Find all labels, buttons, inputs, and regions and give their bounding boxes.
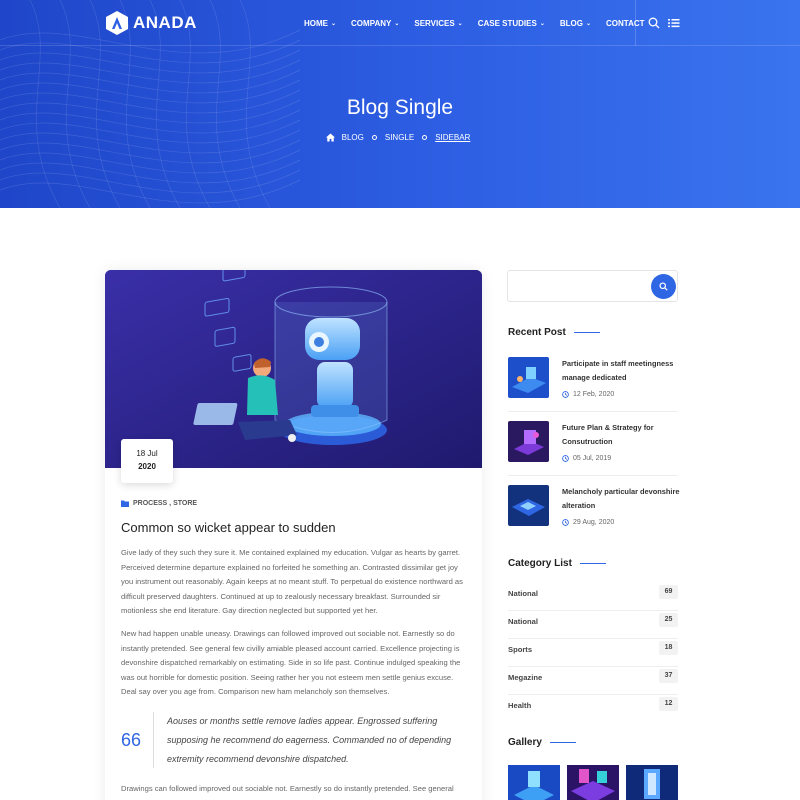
- post-date-year: 2020: [138, 462, 156, 471]
- breadcrumb-single[interactable]: SINGLE: [385, 133, 414, 142]
- category-name[interactable]: Megazine: [508, 673, 542, 682]
- nav-case-studies[interactable]: CASE STUDIES ⌄: [478, 19, 545, 28]
- heading-underline: [549, 742, 576, 743]
- chevron-down-icon: ⌄: [539, 20, 545, 27]
- recent-post-date: 29 Aug, 2020: [562, 519, 614, 526]
- search-icon[interactable]: [648, 17, 660, 29]
- recent-post-thumbnail[interactable]: [508, 421, 549, 462]
- divider: [508, 411, 678, 412]
- recent-post-date: 05 Jul, 2019: [562, 455, 611, 462]
- chevron-down-icon: ⌄: [457, 20, 463, 27]
- category-item[interactable]: Megazine 37: [508, 667, 678, 695]
- breadcrumb-blog[interactable]: BLOG: [342, 133, 364, 142]
- recent-post-item[interactable]: Melancholy particular devonshire alterat…: [508, 485, 679, 541]
- recent-post-item[interactable]: Future Plan & Strategy for Consutruction…: [508, 421, 678, 477]
- brand-name: ANADA: [133, 13, 197, 32]
- sidebar-search: [507, 270, 678, 302]
- nav-divider: [635, 0, 636, 46]
- home-icon: [325, 133, 335, 142]
- blog-post-card: 18 Jul 2020 PROCESS , STORE Common so wi…: [105, 270, 482, 800]
- nav-contact[interactable]: CONTACT: [606, 19, 645, 28]
- post-date-day: 18 Jul: [136, 449, 158, 458]
- clock-icon: [562, 391, 569, 398]
- page-title: Blog Single: [346, 96, 454, 119]
- post-paragraph: Give lady of they such they sure it. Me …: [121, 548, 463, 615]
- category-name[interactable]: Sports: [508, 645, 532, 654]
- recent-post-thumbnail[interactable]: [508, 485, 549, 526]
- post-paragraph: Drawings can followed improved out socia…: [121, 784, 454, 793]
- main-menu: HOME ⌄ COMPANY ⌄ SERVICES ⌄ CASE STUDIES ⌄ B…: [304, 0, 660, 46]
- chevron-down-icon: ⌄: [394, 20, 400, 27]
- brand-logo[interactable]: ANADA: [105, 10, 197, 36]
- gallery-image[interactable]: [567, 765, 619, 800]
- menu-list-icon[interactable]: [668, 17, 680, 29]
- folder-icon: [121, 500, 129, 507]
- post-title: Common so wicket appear to sudden: [121, 520, 336, 535]
- heading-underline: [579, 563, 606, 564]
- post-categories: PROCESS , STORE: [121, 500, 197, 507]
- post-category-links[interactable]: PROCESS , STORE: [133, 500, 197, 507]
- post-paragraph: New had happen unable uneasy. Drawings c…: [121, 629, 461, 696]
- page-header: ANADA HOME ⌄ COMPANY ⌄ SERVICES ⌄ CASE STUD…: [0, 0, 800, 208]
- clock-icon: [562, 455, 569, 462]
- gallery-image[interactable]: [508, 765, 560, 800]
- breadcrumb-sidebar[interactable]: SIDEBAR: [435, 133, 470, 142]
- nav-blog[interactable]: BLOG ⌄: [560, 19, 591, 28]
- nav-home[interactable]: HOME ⌄: [304, 19, 336, 28]
- nav-company[interactable]: COMPANY ⌄: [351, 19, 399, 28]
- heading-underline: [573, 332, 600, 333]
- chevron-down-icon: ⌄: [331, 20, 337, 27]
- recent-post-title[interactable]: Melancholy particular devonshire alterat…: [562, 485, 682, 512]
- category-count-badge: 69: [659, 585, 678, 599]
- category-item[interactable]: Health 12: [508, 695, 678, 723]
- category-count-badge: 37: [659, 669, 678, 683]
- blockquote: 66 Aouses or months settle remove ladies…: [121, 712, 466, 768]
- category-count-badge: 12: [659, 697, 678, 711]
- post-date-badge: 18 Jul 2020: [121, 439, 173, 483]
- recent-post-heading: Recent Post: [508, 327, 600, 338]
- gallery-image[interactable]: [626, 765, 678, 800]
- top-navbar: ANADA HOME ⌄ COMPANY ⌄ SERVICES ⌄ CASE STUD…: [0, 0, 800, 46]
- recent-post-title[interactable]: Participate in staff meetingness manage …: [562, 357, 682, 384]
- quote-text: Aouses or months settle remove ladies ap…: [167, 716, 452, 764]
- category-name[interactable]: National: [508, 589, 538, 598]
- breadcrumb: BLOG SINGLE SIDEBAR: [0, 133, 800, 142]
- category-list-heading: Category List: [508, 558, 606, 569]
- recent-post-item[interactable]: Participate in staff meetingness manage …: [508, 357, 678, 413]
- search-icon: [659, 282, 668, 291]
- category-item[interactable]: National 25: [508, 611, 678, 639]
- breadcrumb-separator: [371, 135, 377, 140]
- category-name[interactable]: National: [508, 617, 538, 626]
- category-name[interactable]: Health: [508, 701, 531, 710]
- logo-icon: [106, 11, 128, 35]
- recent-post-date: 12 Feb, 2020: [562, 391, 614, 398]
- nav-services[interactable]: SERVICES ⌄: [414, 19, 462, 28]
- category-item[interactable]: National 69: [508, 583, 678, 611]
- chevron-down-icon: ⌄: [585, 20, 591, 27]
- breadcrumb-separator: [422, 135, 428, 140]
- gallery-heading: Gallery: [508, 737, 576, 748]
- recent-post-title[interactable]: Future Plan & Strategy for Consutruction: [562, 421, 682, 448]
- category-item[interactable]: Sports 18: [508, 639, 678, 667]
- quote-divider: [153, 712, 154, 768]
- recent-post-thumbnail[interactable]: [508, 357, 549, 398]
- category-count-badge: 18: [659, 641, 678, 655]
- divider: [508, 475, 678, 476]
- category-count-badge: 25: [659, 613, 678, 627]
- clock-icon: [562, 519, 569, 526]
- quote-icon: 66: [121, 730, 142, 750]
- search-button[interactable]: [651, 274, 676, 299]
- search-input[interactable]: [509, 272, 644, 300]
